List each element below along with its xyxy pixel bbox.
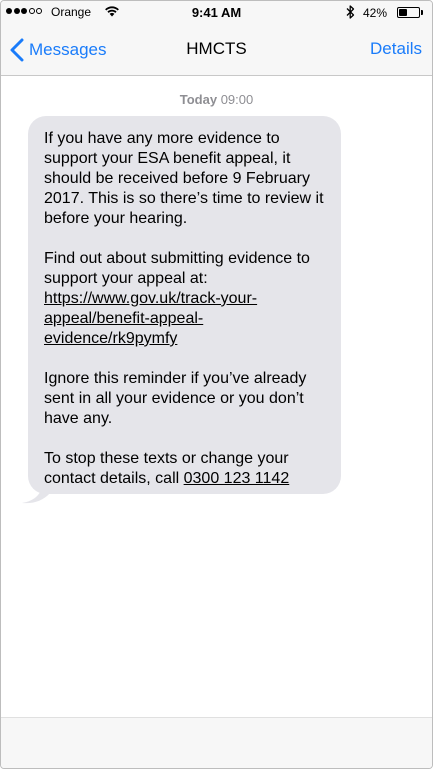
message-paragraph: Ignore this reminder if you’ve already s… bbox=[44, 370, 307, 427]
details-button[interactable]: Details bbox=[370, 39, 422, 59]
message-input-area[interactable] bbox=[1, 717, 432, 768]
bluetooth-icon bbox=[346, 5, 355, 22]
timestamp-day: Today bbox=[179, 92, 218, 107]
message-timestamp: Today 09:00 bbox=[1, 92, 432, 107]
battery-level bbox=[399, 9, 407, 16]
message-paragraph: Find out about submitting evidence to su… bbox=[44, 249, 327, 349]
battery-tip bbox=[421, 10, 423, 15]
battery-icon bbox=[397, 7, 420, 18]
timestamp-time: 09:00 bbox=[220, 92, 254, 107]
message-paragraph: To stop these texts or change your conta… bbox=[44, 449, 327, 489]
status-bar: Orange 9:41 AM 42% bbox=[1, 1, 432, 25]
message-paragraph: If you have any more evidence to support… bbox=[44, 130, 324, 227]
battery-percentage: 42% bbox=[363, 6, 388, 20]
conversation-title: HMCTS bbox=[186, 39, 247, 58]
message-bubble: If you have any more evidence to support… bbox=[28, 116, 341, 494]
evidence-link[interactable]: https://www.gov.uk/track-your-appeal/ben… bbox=[44, 290, 257, 347]
phone-screen: Orange 9:41 AM 42% Messages HMCTS Detail… bbox=[0, 0, 433, 769]
navigation-bar: Messages HMCTS Details bbox=[1, 25, 432, 76]
message-text: Find out about submitting evidence to su… bbox=[44, 250, 310, 287]
phone-number-link[interactable]: 0300 123 1142 bbox=[184, 470, 290, 487]
